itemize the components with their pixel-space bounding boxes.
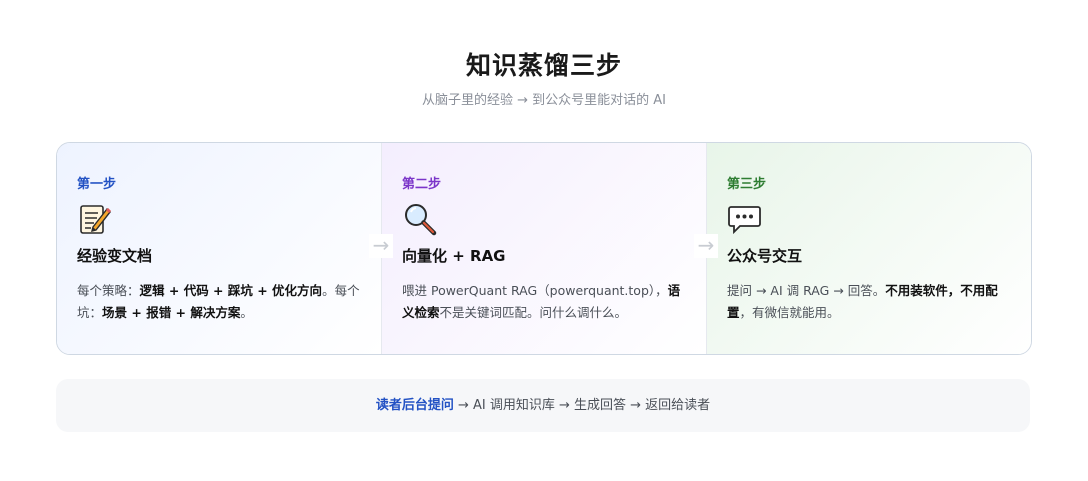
page-subtitle: 从脑子里的经验 → 到公众号里能对话的 AI (421, 93, 667, 108)
step-card-2: 第二步 向量化 + RAG 喂进 PowerQuant RAG（powerqua… (382, 143, 707, 354)
step-title: 公众号交互 (727, 247, 803, 265)
step-desc-text: 提问 → AI 调 RAG → 回答。 (727, 283, 886, 298)
step-title: 向量化 + RAG (402, 247, 506, 265)
step-label: 第二步 (402, 177, 442, 192)
step-card-3: 第三步 公众号交互 提问 → AI 调 RAG → 回答。不用装软件，不用配置，… (707, 143, 1031, 354)
flow-banner: 读者后台提问 → AI 调用知识库 → 生成回答 → 返回给读者 (56, 379, 1030, 432)
step-title: 经验变文档 (77, 247, 153, 265)
speech-bubble-icon (727, 201, 763, 237)
step-arrow-2: → (694, 234, 718, 258)
step-arrow-1: → (369, 234, 393, 258)
magnifier-icon (402, 201, 438, 237)
step-label: 第一步 (77, 177, 117, 192)
step-desc-text: 喂进 PowerQuant RAG（powerquant.top）， (402, 283, 668, 298)
page-title: 知识蒸馏三步 (465, 51, 622, 80)
step-desc-text: 不是关键词匹配。问什么调什么。 (439, 305, 628, 320)
step-desc-emphasis: 逻辑 + 代码 + 踩坑 + 优化方向 (139, 283, 323, 298)
step-label: 第三步 (727, 177, 767, 192)
step-description: 提问 → AI 调 RAG → 回答。不用装软件，不用配置，有微信就能用。 (727, 280, 1017, 324)
step-desc-emphasis: 场景 + 报错 + 解决方案 (102, 305, 241, 320)
step-desc-text: 。 (240, 305, 253, 320)
memo-icon (77, 201, 113, 237)
step-description: 喂进 PowerQuant RAG（powerquant.top），语义检索不是… (402, 280, 692, 324)
flow-text: → AI 调用知识库 → 生成回答 → 返回给读者 (453, 398, 711, 413)
step-desc-text: ，有微信就能用。 (739, 305, 840, 320)
step-desc-text: 每个策略： (77, 283, 140, 298)
flow-highlight: 读者后台提问 (375, 398, 454, 413)
step-card-1: 第一步 经验变文档 每个策略：逻辑 + 代码 + 踩坑 + 优化方向。每个坑：场… (57, 143, 382, 354)
steps-panel: 第一步 经验变文档 每个策略：逻辑 + 代码 + 踩坑 + 优化方向。每个坑：场… (56, 142, 1032, 355)
step-description: 每个策略：逻辑 + 代码 + 踩坑 + 优化方向。每个坑：场景 + 报错 + 解… (77, 280, 367, 324)
